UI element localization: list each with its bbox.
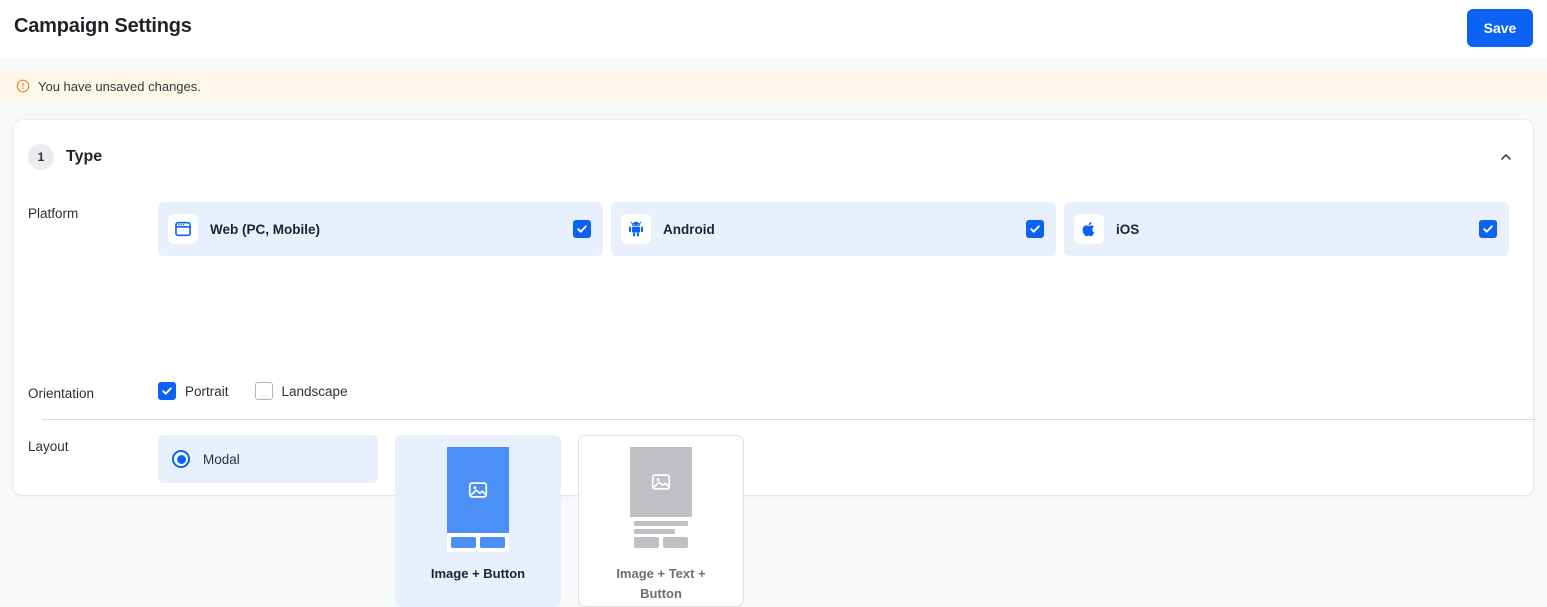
platform-checkbox-web[interactable] (573, 220, 591, 238)
platform-row: Platform Web (PC, Mobile) Android iOS (14, 202, 1533, 256)
layout-option-label: Modal (203, 451, 240, 467)
layout-radio-modal[interactable] (172, 450, 190, 468)
thumbnail-button (480, 537, 505, 548)
thumbnail-text-line (634, 521, 688, 526)
apple-icon (1074, 214, 1104, 244)
thumbnail-button-row (634, 537, 688, 548)
android-icon (621, 214, 651, 244)
unsaved-changes-banner: You have unsaved changes. (0, 70, 1547, 102)
step-number-badge: 1 (28, 144, 54, 170)
layout-thumbnail (447, 447, 509, 552)
platform-option-label: iOS (1116, 221, 1140, 237)
layout-option-list: Modal Image + Button Image + Text + Butt… (158, 435, 744, 607)
platform-checkbox-ios[interactable] (1479, 220, 1497, 238)
image-placeholder-icon (651, 474, 671, 490)
layout-label: Layout (28, 439, 69, 454)
section-header-type[interactable]: 1 Type (14, 120, 1533, 194)
image-placeholder-icon (468, 482, 488, 498)
thumbnail-text-line (634, 529, 676, 534)
orientation-option-label: Landscape (281, 383, 348, 399)
orientation-option-label: Portrait (185, 383, 229, 399)
section-divider (42, 419, 1537, 420)
orientation-option-portrait[interactable]: Portrait (158, 382, 229, 400)
thumbnail-footer (447, 533, 509, 552)
layout-card-image-button[interactable]: Image + Button (395, 435, 561, 607)
thumbnail-button-row (451, 537, 505, 548)
platform-option-android[interactable]: Android (611, 202, 1056, 256)
layout-card-image-text-button[interactable]: Image + Text + Button (578, 435, 744, 607)
layout-row: Layout Modal Image + Button Image + Text… (14, 435, 1533, 607)
thumbnail-button (663, 537, 688, 548)
unsaved-changes-text: You have unsaved changes. (38, 78, 201, 94)
platform-option-list: Web (PC, Mobile) Android iOS (158, 202, 1533, 256)
page-title: Campaign Settings (14, 15, 192, 37)
section-title: Type (66, 148, 103, 165)
thumbnail-footer (630, 517, 692, 552)
thumbnail-image-area (447, 447, 509, 533)
platform-option-label: Android (663, 221, 715, 237)
orientation-checkbox-portrait[interactable] (158, 382, 176, 400)
platform-label: Platform (28, 206, 79, 221)
orientation-option-landscape[interactable]: Landscape (254, 382, 348, 400)
platform-option-label: Web (PC, Mobile) (210, 221, 320, 237)
platform-option-web[interactable]: Web (PC, Mobile) (158, 202, 603, 256)
browser-window-icon (168, 214, 198, 244)
section-collapse-toggle[interactable] (1493, 144, 1519, 170)
thumbnail-image-area (630, 447, 692, 517)
page-header: Campaign Settings Save (0, 0, 1547, 58)
radio-dot (176, 454, 186, 464)
layout-card-label: Image + Text + Button (616, 566, 706, 601)
type-settings-card: 1 Type Platform Web (PC, Mobile) Android… (14, 120, 1537, 607)
thumbnail-button (634, 537, 659, 548)
save-button[interactable]: Save (1467, 9, 1533, 47)
platform-checkbox-android[interactable] (1026, 220, 1044, 238)
layout-thumbnail (630, 447, 692, 552)
orientation-label: Orientation (28, 386, 95, 401)
chevron-up-icon (1501, 154, 1511, 160)
orientation-row: Orientation Portrait Landscape (14, 382, 1533, 401)
layout-card-label: Image + Button (430, 566, 526, 581)
orientation-checkbox-landscape[interactable] (254, 382, 273, 400)
layout-option-modal[interactable]: Modal (158, 435, 378, 483)
alert-circle-icon (16, 79, 30, 93)
platform-option-ios[interactable]: iOS (1064, 202, 1509, 256)
thumbnail-button (451, 537, 476, 548)
orientation-option-list: Portrait Landscape (158, 382, 348, 400)
